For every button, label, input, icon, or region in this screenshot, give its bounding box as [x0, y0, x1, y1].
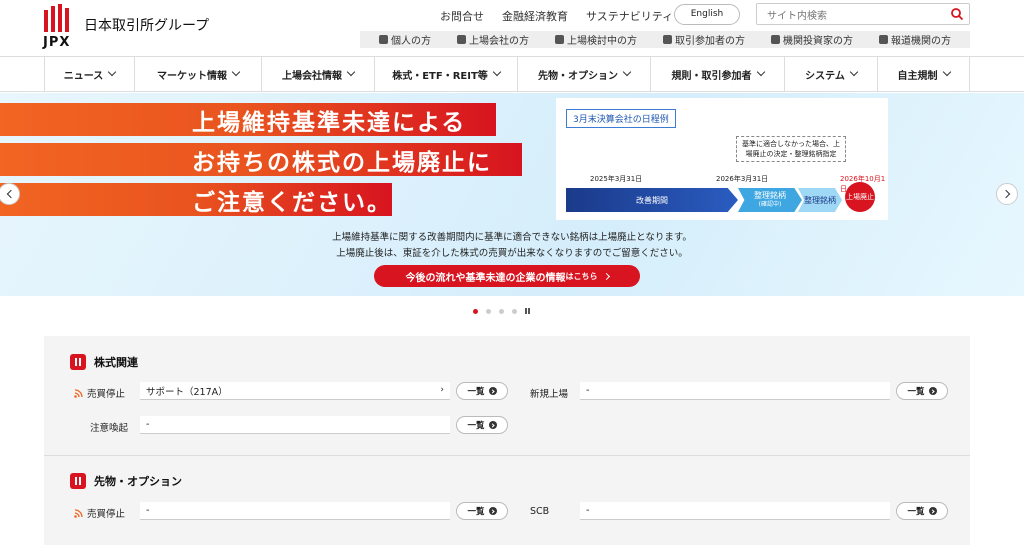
bell-icon — [555, 35, 564, 44]
audience-individual[interactable]: 個人の方 — [379, 32, 431, 47]
english-button[interactable]: English — [674, 4, 740, 25]
chevron-right-icon — [1001, 189, 1010, 199]
audience-institutional[interactable]: 機関投資家の方 — [771, 32, 853, 47]
scb-field[interactable]: - — [580, 502, 890, 520]
chevron-down-icon — [108, 67, 117, 77]
arrow-circle-icon — [928, 387, 937, 395]
nav-system[interactable]: システム — [785, 57, 878, 91]
arrow-circle-icon — [488, 421, 497, 429]
nav-market-info[interactable]: マーケット情報 — [135, 57, 262, 91]
chevron-down-icon — [622, 67, 632, 77]
banner-headline-line-2: お持ちの株式の上場廃止に — [0, 143, 522, 176]
schedule-title: 3月末決算会社の日程例 — [566, 109, 676, 128]
rss-icon[interactable] — [74, 388, 83, 398]
candlestick-icon — [70, 354, 86, 370]
info-panel: 株式関連 売買停止 サポート（217A） › 一覧 新規上場 - 一覧 注意喚起… — [44, 336, 970, 545]
banner-headline-line-3: ご注意ください。 — [0, 183, 392, 216]
carousel-dot-2[interactable] — [486, 308, 491, 314]
audience-considering-listing[interactable]: 上場検討中の方 — [555, 32, 637, 47]
carousel-indicators — [473, 308, 530, 314]
banner-cta-button[interactable]: 今後の流れや基準未達の企業の情報 はこちら — [374, 265, 640, 287]
document-icon — [663, 35, 672, 44]
schedule-date-mid: 2026年3月31日 — [716, 175, 769, 183]
chevron-down-icon — [849, 67, 859, 77]
delisting-badge: 上場廃止 — [845, 182, 875, 212]
nav-listed-company[interactable]: 上場会社情報 — [262, 57, 375, 91]
new-listing-list-button[interactable]: 一覧 — [896, 382, 948, 400]
chevron-right-icon: › — [440, 385, 444, 395]
stocks-suspension-list-button[interactable]: 一覧 — [456, 382, 508, 400]
audience-press[interactable]: 報道機関の方 — [879, 32, 951, 47]
nav-stocks-etf-reit[interactable]: 株式・ETF・REIT等 — [375, 57, 518, 91]
banner-description-2: 上場廃止後は、東証を介した株式の売買が出来なくなりますのでご留意ください。 — [336, 248, 688, 259]
candlestick-icon — [70, 473, 86, 489]
contact-link[interactable]: お問合せ — [440, 8, 484, 24]
group-name[interactable]: 日本取引所グループ — [84, 15, 209, 35]
chevron-down-icon — [756, 67, 765, 77]
arrow-circle-icon — [928, 507, 937, 515]
schedule-diagram: 3月末決算会社の日程例 基準に適合しなかった場合、上場廃止の決定・整理銘柄指定 … — [556, 98, 888, 220]
banner-description-1: 上場維持基準に関する改善期間内に基準に適合できない銘柄は上場廃止となります。 — [332, 232, 692, 243]
stocks-suspension-field[interactable]: サポート（217A） › — [140, 382, 450, 400]
futures-suspension-field[interactable]: - — [140, 502, 450, 520]
nav-futures-options[interactable]: 先物・オプション — [518, 57, 651, 91]
chevron-down-icon — [492, 67, 502, 77]
scb-label: SCB — [530, 506, 550, 517]
schedule-date-start: 2025年3月31日 — [590, 175, 643, 183]
chevron-down-icon — [942, 67, 951, 77]
arrow-circle-icon — [488, 507, 497, 515]
sustainability-link[interactable]: サステナビリティ — [586, 8, 673, 24]
chevron-right-icon — [602, 272, 610, 280]
stocks-section-title: 株式関連 — [70, 354, 138, 370]
person-icon — [379, 35, 388, 44]
microphone-icon — [879, 35, 888, 44]
phase-delisting-post: 整理銘柄 — [798, 188, 842, 212]
alert-field[interactable]: - — [140, 416, 450, 434]
audience-listed-company[interactable]: 上場会社の方 — [457, 32, 529, 47]
phase-improvement: 改善期間 — [566, 188, 738, 212]
arrow-circle-icon — [488, 387, 497, 395]
new-listing-label: 新規上場 — [530, 389, 569, 400]
stocks-suspension-label: 売買停止 — [74, 386, 125, 400]
new-listing-field[interactable]: - — [580, 382, 890, 400]
rss-icon[interactable] — [74, 508, 83, 518]
carousel-pause-icon[interactable] — [525, 308, 530, 314]
futures-suspension-list-button[interactable]: 一覧 — [456, 502, 508, 520]
nav-news[interactable]: ニュース — [45, 57, 135, 91]
chevron-down-icon — [346, 67, 356, 77]
chevron-left-icon — [6, 189, 15, 199]
futures-suspension-label: 売買停止 — [74, 506, 125, 520]
section-divider — [44, 455, 970, 456]
futures-section-title: 先物・オプション — [70, 473, 182, 489]
schedule-note: 基準に適合しなかった場合、上場廃止の決定・整理銘柄指定 — [736, 136, 846, 162]
carousel-dot-1[interactable] — [473, 308, 478, 314]
alert-label: 注意喚起 — [90, 423, 129, 434]
global-nav: ニュース マーケット情報 上場会社情報 株式・ETF・REIT等 先物・オプショ… — [0, 56, 1024, 92]
carousel-next-button[interactable] — [996, 183, 1018, 205]
scb-list-button[interactable]: 一覧 — [896, 502, 948, 520]
hero-banner[interactable]: 上場維持基準未達による お持ちの株式の上場廃止に ご注意ください。 3月末決算会… — [0, 93, 1024, 296]
logo-text[interactable]: JPX — [43, 35, 70, 50]
banner-headline-line-1: 上場維持基準未達による — [0, 103, 496, 136]
search-input[interactable] — [757, 6, 937, 27]
search-icon[interactable] — [950, 7, 964, 21]
alert-list-button[interactable]: 一覧 — [456, 416, 508, 434]
briefcase-icon — [771, 35, 780, 44]
building-icon — [457, 35, 466, 44]
phase-checking: 整理銘柄 (確認中) — [738, 188, 802, 212]
audience-participants[interactable]: 取引参加者の方 — [663, 32, 745, 47]
chevron-down-icon — [231, 67, 241, 77]
site-header: JPX 日本取引所グループ お問合せ 金融経済教育 サステナビリティ Engli… — [0, 0, 1024, 56]
carousel-dot-4[interactable] — [512, 308, 517, 314]
site-search — [756, 3, 970, 27]
carousel-dot-3[interactable] — [499, 308, 504, 314]
financial-education-link[interactable]: 金融経済教育 — [502, 8, 568, 24]
audience-bar: 個人の方 上場会社の方 上場検討中の方 取引参加者の方 機関投資家の方 報道機関… — [360, 31, 970, 48]
nav-rules-participants[interactable]: 規則・取引参加者 — [651, 57, 785, 91]
top-links: お問合せ 金融経済教育 サステナビリティ — [440, 8, 673, 24]
nav-self-regulation[interactable]: 自主規制 — [878, 57, 970, 91]
